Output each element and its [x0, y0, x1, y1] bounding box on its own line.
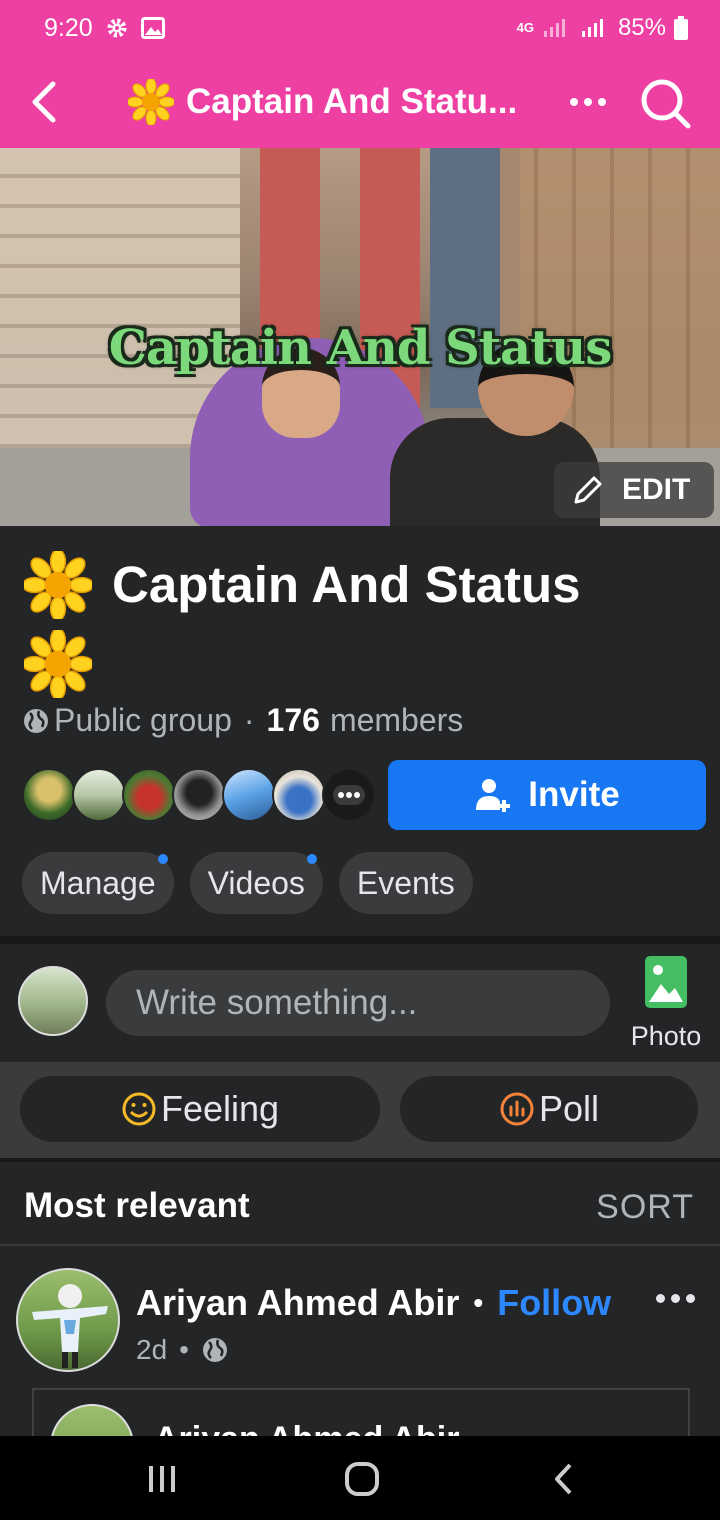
pencil-icon — [574, 476, 602, 504]
more-options-button[interactable] — [560, 80, 616, 124]
status-bar: 9:20 4G 85% — [0, 0, 720, 56]
members-label: members — [329, 702, 464, 738]
battery-percent: 85% — [617, 14, 666, 41]
person-figure-icon — [32, 1284, 108, 1368]
more-members-button[interactable] — [322, 768, 376, 822]
group-name-text: Captain And Status — [112, 556, 581, 613]
composer-actions: Feeling Poll — [0, 1062, 720, 1158]
back-chevron-icon — [555, 1463, 572, 1495]
member-avatar — [172, 768, 226, 822]
globe-icon — [24, 708, 48, 733]
poll-icon — [500, 1092, 534, 1126]
more-dots-icon — [333, 785, 365, 805]
system-nav-bar — [0, 1436, 720, 1520]
follow-button[interactable]: Follow — [497, 1282, 611, 1324]
group-tabs: Manage Videos Events — [22, 852, 473, 914]
feeling-button[interactable]: Feeling — [20, 1076, 380, 1142]
gallery-icon — [140, 17, 165, 39]
sort-current-label: Most relevant — [24, 1186, 250, 1225]
sort-button[interactable]: SORT — [596, 1188, 694, 1227]
edit-cover-button[interactable]: EDIT — [554, 462, 714, 518]
app-bar-title: Captain And Statu... — [128, 76, 548, 128]
back-button[interactable] — [22, 74, 66, 130]
meta-separator: · — [243, 702, 255, 738]
shared-author-name[interactable]: Ariyan Ahmed Abir — [154, 1420, 459, 1436]
recent-apps-icon — [149, 1466, 175, 1492]
back-arrow-icon — [32, 81, 56, 123]
search-icon — [641, 79, 691, 129]
write-something-input[interactable]: Write something... — [106, 970, 610, 1036]
network-type: 4G — [516, 20, 534, 35]
edit-label: EDIT — [622, 473, 691, 506]
user-avatar[interactable] — [18, 966, 88, 1036]
signal-icon — [543, 19, 565, 37]
photo-icon — [645, 956, 687, 1008]
post-header: Ariyan Ahmed Abir • Follow — [136, 1282, 611, 1324]
feeling-label: Feeling — [160, 1088, 280, 1129]
app-bar-title-text: Captain And Statu... — [186, 82, 518, 121]
home-button[interactable] — [332, 1454, 392, 1504]
group-name: Captain And Status — [21, 546, 704, 720]
battery-icon — [674, 16, 688, 40]
notification-dot — [157, 854, 168, 864]
post-more-button[interactable] — [656, 1294, 695, 1303]
group-meta: Public group · 176 members — [22, 702, 463, 739]
tab-events[interactable]: Events — [338, 852, 473, 914]
post-meta: 2d • — [136, 1334, 229, 1366]
post-time[interactable]: 2d — [136, 1334, 167, 1366]
tab-manage[interactable]: Manage — [22, 852, 174, 914]
group-app-bar: Captain And Statu... — [0, 56, 720, 148]
settings-gear-icon — [107, 18, 127, 38]
composer-placeholder: Write something... — [136, 983, 418, 1022]
member-avatar — [72, 768, 126, 822]
invite-label: Invite — [528, 775, 620, 814]
photo-label: Photo — [630, 1021, 702, 1051]
tab-events-label: Events — [356, 864, 455, 901]
post-author-name[interactable]: Ariyan Ahmed Abir — [136, 1282, 459, 1324]
globe-icon — [202, 1338, 227, 1362]
divider — [0, 936, 720, 944]
signal-icon-2 — [581, 19, 603, 37]
poll-label: Poll — [538, 1088, 600, 1129]
invite-button[interactable]: Invite — [388, 760, 706, 830]
feed-sort-bar: Most relevant SORT — [0, 1162, 720, 1246]
status-time: 9:20 — [44, 13, 93, 42]
meta-bullet: • — [179, 1334, 189, 1365]
back-nav-button[interactable] — [534, 1454, 594, 1504]
member-avatar — [272, 768, 326, 822]
status-right: 4G 85% — [517, 14, 688, 42]
sunflower-icon — [24, 551, 92, 619]
cover-overlay-text: Captain And Status — [108, 320, 612, 376]
poll-button[interactable]: Poll — [400, 1076, 698, 1142]
member-avatars[interactable] — [22, 768, 382, 824]
member-count: 176 — [266, 702, 320, 738]
privacy-label: Public group — [54, 702, 232, 738]
tab-manage-label: Manage — [40, 864, 156, 901]
feed-post: Ariyan Ahmed Abir • Follow 2d • Ariyan A… — [0, 1250, 720, 1436]
member-avatar — [22, 768, 76, 822]
photo-button[interactable]: Photo — [618, 956, 714, 1056]
search-button[interactable] — [636, 76, 696, 132]
group-cover-photo[interactable]: Captain And Status EDIT — [0, 148, 720, 526]
sunflower-icon — [21, 627, 95, 701]
sunflower-icon — [128, 79, 174, 125]
status-icons-left — [105, 16, 165, 40]
tab-videos[interactable]: Videos — [189, 852, 323, 914]
post-composer: Write something... Photo — [0, 944, 720, 1062]
shared-post[interactable]: Ariyan Ahmed Abir — [32, 1388, 690, 1436]
tab-videos-label: Videos — [207, 864, 305, 901]
smiley-icon — [122, 1092, 156, 1126]
notification-dot — [306, 854, 317, 864]
home-icon — [345, 1462, 379, 1496]
add-person-icon — [476, 779, 511, 812]
member-avatar — [222, 768, 276, 822]
post-author-avatar[interactable] — [16, 1268, 120, 1372]
bullet: • — [473, 1287, 484, 1318]
recent-apps-button[interactable] — [132, 1454, 192, 1504]
member-avatar — [122, 768, 176, 822]
shared-author-avatar[interactable] — [50, 1404, 134, 1436]
group-header: Captain And Status Public group · 176 me… — [0, 526, 720, 936]
